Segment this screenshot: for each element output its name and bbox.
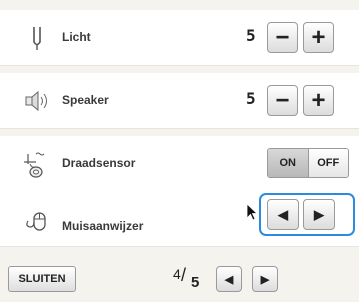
toggle-on[interactable]: ON	[268, 149, 309, 177]
close-button[interactable]: SLUITEN	[8, 266, 76, 292]
thread-sensor-icon	[24, 152, 45, 178]
mouse-pointer-left-button[interactable]: ◀	[267, 199, 299, 230]
setting-row-light: Licht 5 − +	[0, 10, 359, 66]
on-off-toggle[interactable]: ON OFF	[267, 148, 349, 178]
speaker-icon	[25, 90, 47, 112]
setting-row-thread-sensor: Draadsensor ON OFF	[0, 136, 359, 192]
settings-panel: Licht 5 − + Speaker 5 − + Draadsensor ON	[0, 0, 359, 302]
mouse-icon	[26, 212, 46, 231]
setting-label: Muisaanwijzer	[62, 219, 144, 233]
mouse-cursor-icon	[246, 203, 259, 221]
decrease-button[interactable]: −	[267, 85, 298, 116]
previous-page-button[interactable]: ◀	[216, 266, 242, 292]
page-indicator: 4 / 5	[173, 264, 207, 294]
setting-label: Speaker	[62, 93, 109, 107]
decrease-button[interactable]: −	[267, 22, 298, 53]
page-slash: /	[181, 265, 187, 285]
toggle-off[interactable]: OFF	[308, 149, 348, 177]
setting-row-speaker: Speaker 5 − +	[0, 73, 359, 129]
setting-label: Draadsensor	[62, 156, 136, 170]
mouse-pointer-right-button[interactable]: ▶	[303, 199, 335, 230]
setting-value: 5	[246, 26, 256, 45]
next-page-button[interactable]: ▶	[252, 266, 278, 292]
increase-button[interactable]: +	[303, 85, 334, 116]
setting-value: 5	[246, 89, 256, 108]
page-total: 5	[191, 274, 200, 291]
footer-bar: SLUITEN 4 / 5 ◀ ▶	[0, 257, 359, 302]
setting-label: Licht	[62, 30, 91, 44]
increase-button[interactable]: +	[303, 22, 334, 53]
page-current: 4	[173, 266, 181, 282]
needle-light-icon	[33, 27, 41, 50]
